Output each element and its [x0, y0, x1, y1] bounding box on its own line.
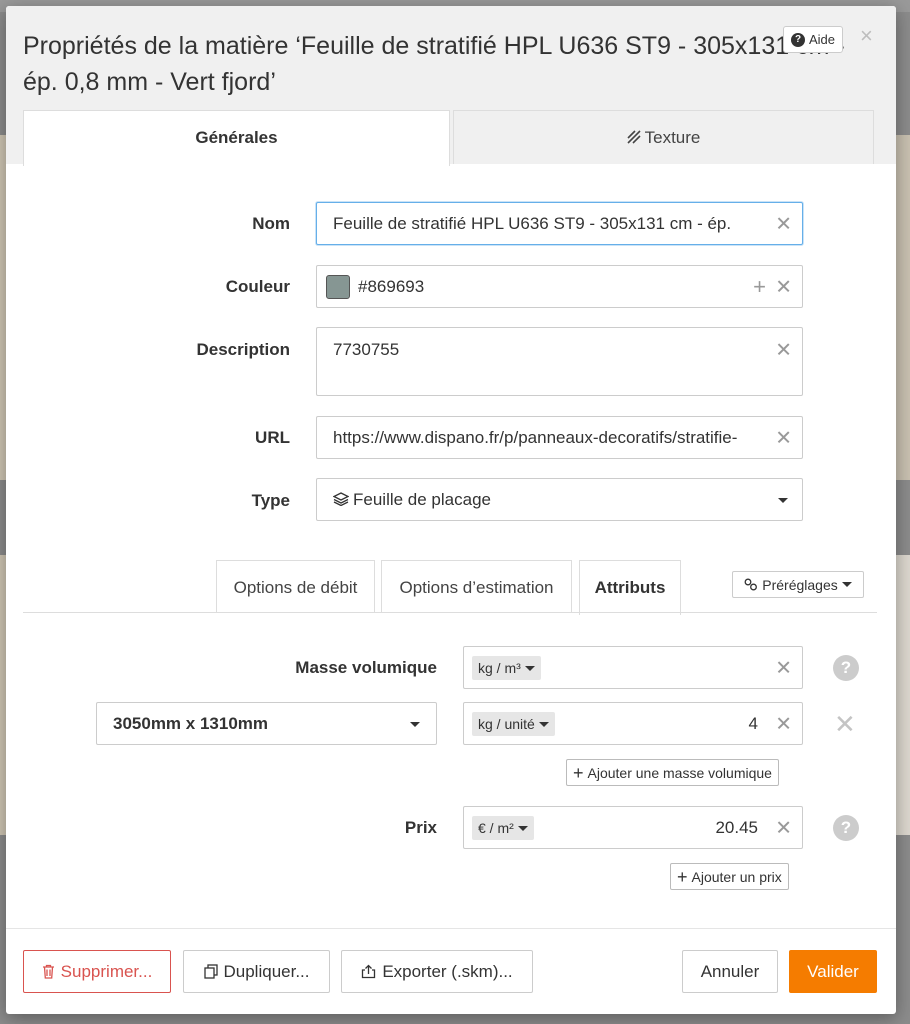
- tab-texture[interactable]: Texture: [453, 110, 874, 164]
- plus-icon: +: [677, 866, 688, 887]
- remove-row-icon[interactable]: ✕: [834, 711, 856, 737]
- type-label: Type: [251, 491, 290, 510]
- tab-attributs-label: Attributs: [594, 578, 666, 597]
- plus-icon: +: [573, 762, 584, 783]
- export-icon: [362, 964, 376, 979]
- validate-label: Valider: [807, 961, 859, 981]
- density-unit-select[interactable]: kg / m³: [472, 656, 541, 680]
- description-value: 7730755: [333, 340, 400, 359]
- price-input[interactable]: € / m² 20.45 ✕: [463, 806, 803, 849]
- name-input[interactable]: Feuille de stratifié HPL U636 ST9 - 305x…: [316, 202, 803, 245]
- clear-url-icon[interactable]: ✕: [775, 425, 792, 450]
- texture-icon: [627, 130, 641, 144]
- presets-button[interactable]: Préréglages: [732, 571, 864, 598]
- add-density-label: Ajouter une masse volumique: [587, 764, 772, 781]
- add-color-icon[interactable]: +: [753, 274, 766, 300]
- chevron-down-icon: [841, 582, 852, 587]
- price-help-icon[interactable]: ?: [833, 815, 859, 841]
- type-display: Feuille de placage: [333, 490, 758, 510]
- description-textarea[interactable]: 7730755 ✕: [316, 327, 803, 396]
- unit-density-input[interactable]: kg / unité 4 ✕: [463, 702, 803, 745]
- dimension-select[interactable]: 3050mm x 1310mm: [96, 702, 437, 745]
- chevron-down-icon: [410, 722, 420, 727]
- description-label: Description: [196, 340, 290, 359]
- type-select[interactable]: Feuille de placage: [316, 478, 803, 521]
- url-input[interactable]: https://www.dispano.fr/p/panneaux-decora…: [316, 416, 803, 459]
- unit-density-unit-label: kg / unité: [478, 716, 535, 732]
- name-value: Feuille de stratifié HPL U636 ST9 - 305x…: [333, 213, 732, 233]
- presets-icon: [744, 578, 758, 591]
- url-label: URL: [255, 428, 290, 447]
- export-button[interactable]: Exporter (.skm)...: [341, 950, 533, 993]
- name-label: Nom: [252, 214, 290, 233]
- layers-icon: [333, 491, 350, 506]
- density-help-icon[interactable]: ?: [833, 655, 859, 681]
- color-value: #869693: [358, 276, 425, 296]
- url-value: https://www.dispano.fr/p/panneaux-decora…: [333, 427, 738, 447]
- clear-density-icon[interactable]: ✕: [775, 655, 792, 680]
- chevron-down-icon: [517, 825, 528, 831]
- tab-texture-label: Texture: [644, 128, 701, 147]
- tab-options-debit-label: Options de débit: [233, 578, 358, 597]
- cancel-label: Annuler: [700, 961, 760, 981]
- chevron-down-icon: [538, 721, 549, 727]
- subtabs-divider: [23, 612, 877, 613]
- color-input[interactable]: #869693 + ✕: [316, 265, 803, 308]
- add-density-button[interactable]: + Ajouter une masse volumique: [566, 759, 779, 786]
- help-label: Aide: [809, 32, 836, 47]
- type-value: Feuille de placage: [353, 489, 491, 509]
- copy-icon: [203, 964, 218, 979]
- price-unit-select[interactable]: € / m²: [472, 816, 534, 840]
- validate-button[interactable]: Valider: [789, 950, 877, 993]
- tab-generales[interactable]: Générales: [23, 110, 450, 166]
- tab-options-estimation-label: Options d’estimation: [399, 578, 554, 597]
- density-input[interactable]: kg / m³ ✕: [463, 646, 803, 689]
- clear-name-icon[interactable]: ✕: [775, 211, 792, 236]
- density-unit-label: kg / m³: [478, 660, 521, 676]
- duplicate-button[interactable]: Dupliquer...: [183, 950, 330, 993]
- unit-density-unit-select[interactable]: kg / unité: [472, 712, 555, 736]
- tab-generales-label: Générales: [195, 128, 278, 147]
- trash-icon: [42, 964, 54, 979]
- add-price-button[interactable]: + Ajouter un prix: [670, 863, 789, 890]
- clear-color-icon[interactable]: ✕: [775, 274, 792, 299]
- help-button[interactable]: ? Aide: [783, 26, 844, 53]
- clear-price-icon[interactable]: ✕: [775, 815, 792, 840]
- add-price-label: Ajouter un prix: [691, 868, 782, 885]
- chevron-down-icon: [524, 665, 535, 671]
- tab-options-debit[interactable]: Options de débit: [216, 560, 375, 613]
- duplicate-label: Dupliquer...: [223, 961, 310, 981]
- dialog-title: Propriétés de la matière ‘Feuille de str…: [23, 32, 845, 96]
- footer-divider: [6, 928, 896, 929]
- color-label: Couleur: [225, 277, 290, 296]
- export-label: Exporter (.skm)...: [382, 961, 513, 981]
- price-label: Prix: [404, 818, 437, 837]
- delete-button[interactable]: Supprimer...: [23, 950, 171, 993]
- clear-unit-density-icon[interactable]: ✕: [775, 711, 792, 736]
- question-icon: ?: [791, 32, 805, 47]
- clear-description-icon[interactable]: ✕: [775, 338, 792, 363]
- material-properties-dialog: Propriétés de la matière ‘Feuille de str…: [6, 6, 896, 1014]
- presets-label: Préréglages: [762, 576, 838, 593]
- tab-options-estimation[interactable]: Options d’estimation: [381, 560, 572, 613]
- cancel-button[interactable]: Annuler: [682, 950, 778, 993]
- color-swatch[interactable]: [326, 275, 350, 299]
- close-icon[interactable]: ×: [860, 24, 873, 48]
- chevron-down-icon: [778, 498, 788, 503]
- price-value: 20.45: [715, 818, 758, 837]
- price-unit-label: € / m²: [478, 820, 514, 836]
- density-label: Masse volumique: [295, 658, 437, 677]
- unit-density-value: 4: [748, 714, 758, 733]
- delete-label: Supprimer...: [60, 961, 153, 981]
- dimension-value: 3050mm x 1310mm: [113, 714, 269, 733]
- tab-attributs[interactable]: Attributs: [579, 560, 681, 615]
- dialog-header: Propriétés de la matière ‘Feuille de str…: [6, 6, 896, 166]
